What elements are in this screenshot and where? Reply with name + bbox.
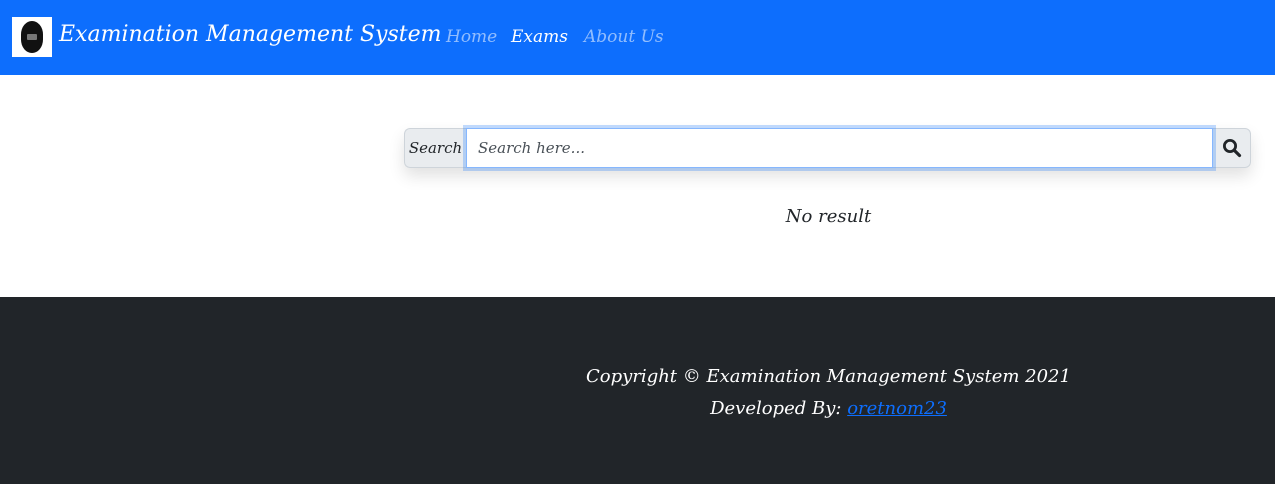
search-icon <box>1222 139 1241 158</box>
school-seal-icon <box>21 21 43 53</box>
nav-link-exams[interactable]: Exams <box>511 27 568 47</box>
search-group: Search <box>404 128 1251 168</box>
nav-link-about-us[interactable]: About Us <box>584 27 664 47</box>
search-button[interactable] <box>1213 128 1251 168</box>
footer-copyright: Copyright © Examination Management Syste… <box>586 366 1071 387</box>
developed-by-label: Developed By: <box>710 398 842 419</box>
brand-logo[interactable] <box>12 17 52 57</box>
search-label: Search <box>404 128 466 168</box>
top-navbar: Examination Management System Home Exams… <box>0 0 1275 75</box>
search-input[interactable] <box>466 128 1213 168</box>
footer-developed-by: Developed By: oretnom23 <box>0 398 1275 419</box>
developer-link[interactable]: oretnom23 <box>847 398 947 419</box>
footer: Copyright © Examination Management Syste… <box>0 297 1275 484</box>
nav-link-home[interactable]: Home <box>446 27 497 47</box>
brand-title[interactable]: Examination Management System <box>59 22 441 47</box>
no-result-message: No result <box>785 206 872 227</box>
